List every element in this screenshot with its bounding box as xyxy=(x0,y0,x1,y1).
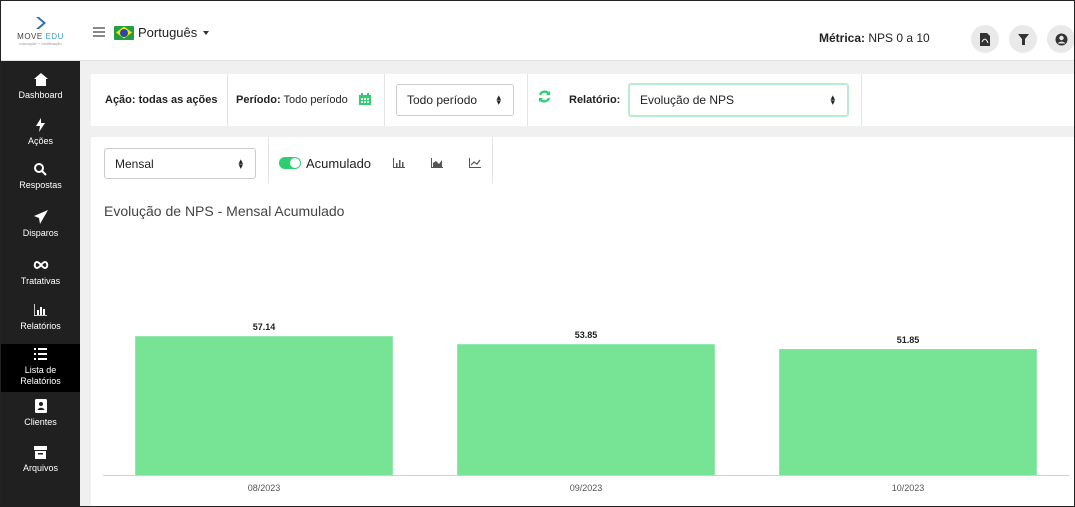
periodo-filter[interactable]: Período: Todo período xyxy=(236,94,348,106)
metric-value: NPS 0 a 10 xyxy=(868,31,930,45)
chart-bar[interactable] xyxy=(457,344,715,475)
user-icon xyxy=(1055,33,1067,45)
bar-value-label: 51.85 xyxy=(897,335,920,345)
bar-chart-icon xyxy=(393,158,405,168)
chart-bar[interactable] xyxy=(779,349,1037,475)
sidebar-item-relatorios[interactable]: Relatórios xyxy=(1,302,80,340)
line-chart-icon xyxy=(469,158,481,168)
user-menu-button[interactable] xyxy=(1047,25,1074,53)
chart-panel: Mensal ▴ ▾ Acumulado Evolução de NPS - Me… xyxy=(91,137,1074,506)
nps-bar-chart: 57.14 08/2023 53.85 09/2023 51.85 10/2023 xyxy=(103,322,1069,493)
x-tick-label: 08/2023 xyxy=(248,483,281,493)
archive-icon xyxy=(34,445,47,459)
select-arrows-icon: ▴ ▾ xyxy=(830,92,835,107)
sidebar-item-lista-de-relatorios[interactable]: Lista de Relatórios xyxy=(1,344,80,392)
relatorio-select[interactable]: Evolução de NPS ▴ ▾ xyxy=(628,83,849,117)
area-chart-icon xyxy=(431,158,443,168)
caret-down-icon xyxy=(203,30,210,35)
line-chart-type-button[interactable] xyxy=(465,155,485,171)
contact-icon xyxy=(34,399,47,413)
menu-toggle-icon[interactable] xyxy=(93,27,105,37)
list-icon xyxy=(34,348,47,360)
periodo-label: Período: xyxy=(236,94,281,106)
x-tick-label: 10/2023 xyxy=(892,483,925,493)
metric-label: Métrica: xyxy=(819,31,866,45)
filter-button[interactable] xyxy=(1009,25,1037,53)
home-icon xyxy=(33,72,48,86)
calendar-icon[interactable] xyxy=(359,93,371,105)
pdf-icon xyxy=(980,32,990,46)
logo[interactable]: MOVE EDU educação + certificação xyxy=(1,1,80,61)
accumulated-label: Acumulado xyxy=(306,156,372,171)
chart-bar[interactable] xyxy=(135,336,393,475)
sidebar-item-disparos[interactable]: Disparos xyxy=(1,209,80,245)
logo-mark-icon xyxy=(35,17,46,29)
sidebar: Dashboard Ações Respostas Disparos Trata… xyxy=(1,61,80,506)
metric-indicator: Métrica: NPS 0 a 10 xyxy=(819,31,930,45)
sidebar-item-respostas[interactable]: Respostas xyxy=(1,161,80,197)
area-chart-type-button[interactable] xyxy=(427,155,447,171)
divider xyxy=(268,137,269,183)
filter-bar: Ação: todas as ações Período: Todo perío… xyxy=(91,74,1074,126)
bolt-icon xyxy=(36,118,45,132)
logo-text: MOVE EDU xyxy=(17,32,64,41)
divider xyxy=(861,74,862,126)
relatorio-label: Relatório: xyxy=(569,94,621,106)
acao-filter-label[interactable]: Ação: todas as ações xyxy=(105,94,218,106)
language-label: Português xyxy=(138,25,198,40)
search-icon xyxy=(34,162,47,176)
bar-value-label: 53.85 xyxy=(575,330,598,340)
granularity-select[interactable]: Mensal ▴ ▾ xyxy=(104,148,256,179)
brazil-flag-icon xyxy=(114,25,134,40)
language-selector[interactable]: Português xyxy=(114,25,210,40)
divider xyxy=(527,74,528,126)
bar-chart-type-button[interactable] xyxy=(389,155,409,171)
bar-chart-icon xyxy=(34,304,47,316)
main-content: Ação: todas as ações Período: Todo perío… xyxy=(80,61,1074,506)
divider xyxy=(492,137,493,183)
accumulated-toggle[interactable] xyxy=(279,157,301,169)
top-bar: MOVE EDU educação + certificação Portugu… xyxy=(1,1,1074,61)
sidebar-item-dashboard[interactable]: Dashboard xyxy=(1,71,80,109)
filter-icon xyxy=(1017,33,1029,45)
app-window: MOVE EDU educação + certificação Portugu… xyxy=(0,0,1075,507)
divider xyxy=(227,74,228,126)
sidebar-item-arquivos[interactable]: Arquivos xyxy=(1,444,80,480)
sidebar-item-tratativas[interactable]: Tratativas xyxy=(1,257,80,293)
export-pdf-button[interactable] xyxy=(971,25,999,53)
periodo-select[interactable]: Todo período ▴ ▾ xyxy=(396,84,514,116)
refresh-icon[interactable] xyxy=(538,90,551,103)
sidebar-item-acoes[interactable]: Ações xyxy=(1,117,80,153)
select-arrows-icon: ▴ ▾ xyxy=(238,156,243,171)
x-tick-label: 09/2023 xyxy=(570,483,603,493)
infinity-icon xyxy=(33,261,48,269)
divider xyxy=(384,74,385,126)
sidebar-item-clientes[interactable]: Clientes xyxy=(1,398,80,434)
logo-subtitle: educação + certificação xyxy=(19,41,62,46)
bar-value-label: 57.14 xyxy=(253,322,276,332)
select-arrows-icon: ▴ ▾ xyxy=(496,92,501,107)
periodo-value: Todo período xyxy=(283,94,348,106)
chart-title: Evolução de NPS - Mensal Acumulado xyxy=(104,203,345,219)
send-icon xyxy=(33,210,48,224)
